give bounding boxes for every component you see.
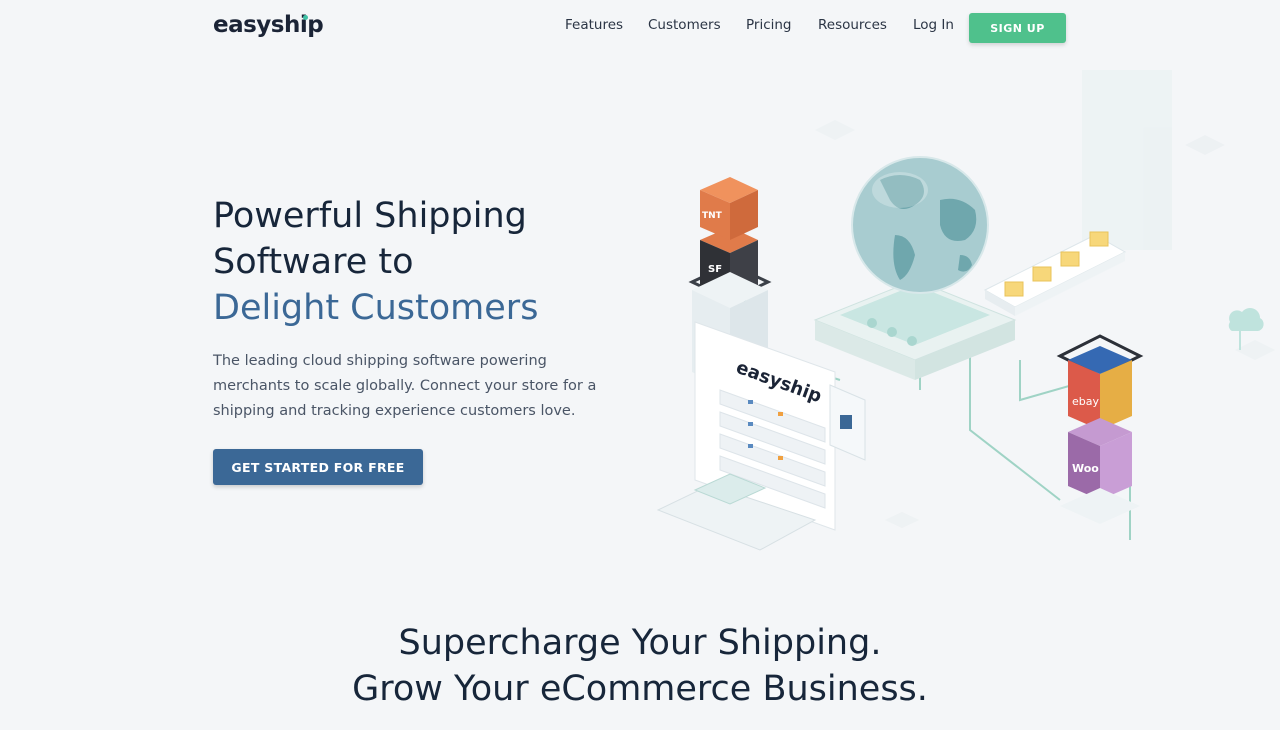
nav-item-pricing[interactable]: Pricing (746, 17, 792, 33)
get-started-button[interactable]: GET STARTED FOR FREE (213, 449, 423, 485)
hero-title-line1: Powerful Shipping (213, 196, 527, 236)
hero-title-accent: Delight Customers (213, 288, 539, 328)
svg-text:TNT: TNT (702, 211, 723, 221)
hero-subtitle: The leading cloud shipping software powe… (213, 353, 597, 419)
ebay-box-label: ebay (1072, 395, 1099, 408)
package-conveyor (983, 231, 1127, 316)
section-heading-line2: Grow Your eCommerce Business. (352, 669, 928, 709)
nav-item-resources[interactable]: Resources (818, 17, 887, 33)
nav-item-customers[interactable]: Customers (648, 17, 721, 33)
section-heading-line1: Supercharge Your Shipping. (398, 623, 882, 663)
marketplace-boxes-right: ebay Woo (1056, 334, 1144, 524)
globe-icon (851, 156, 989, 294)
hero-title: Powerful Shipping Software to Delight Cu… (213, 193, 633, 331)
hero-illustration: TNT SF easyship ebay Woo (656, 70, 1275, 551)
top-navigation: easyship Features Customers Pricing Reso… (0, 0, 1280, 56)
nav-item-features[interactable]: Features (565, 17, 623, 33)
hero-title-line2: Software to (213, 242, 414, 282)
woo-box-label: Woo (1072, 462, 1099, 475)
section-heading: Supercharge Your Shipping. Grow Your eCo… (0, 620, 1280, 712)
easyship-logo[interactable]: easyship (213, 12, 324, 38)
sf-box-label: SF (708, 264, 722, 275)
signup-button[interactable]: SIGN UP (969, 13, 1066, 43)
nav-item-login[interactable]: Log In (913, 17, 954, 33)
